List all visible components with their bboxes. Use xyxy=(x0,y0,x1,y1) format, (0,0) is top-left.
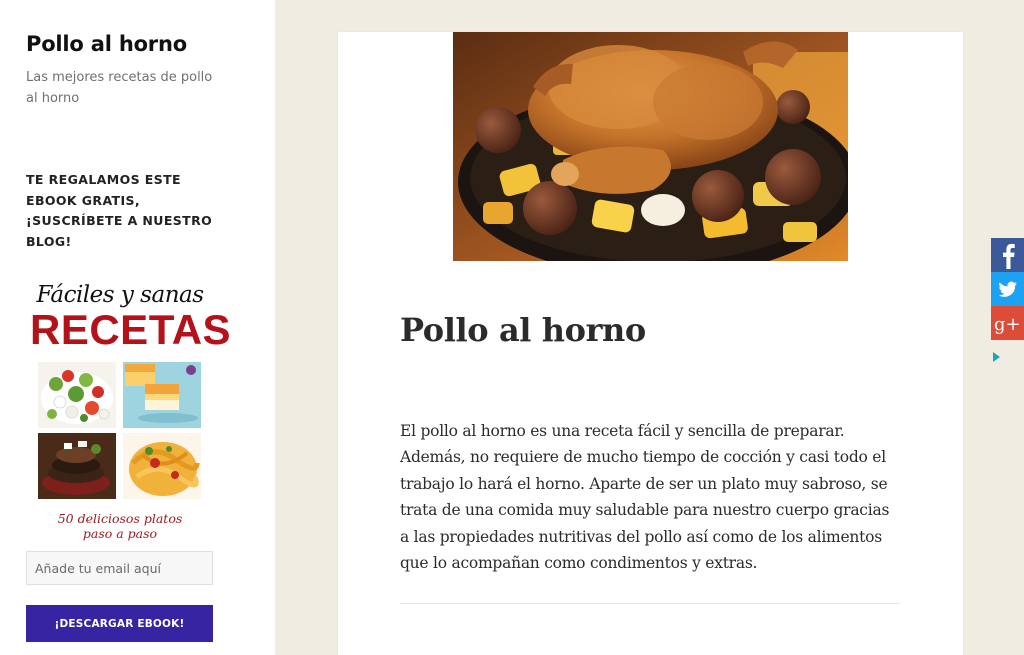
svg-text:g+: g+ xyxy=(994,314,1021,335)
site-title[interactable]: Pollo al horno xyxy=(26,32,187,56)
ebook-subtitle-line2: paso a paso xyxy=(82,526,158,541)
twitter-icon xyxy=(991,272,1024,306)
ebook-big-title: RECETAS xyxy=(30,306,232,353)
ebook-script-title: Fáciles y sanas xyxy=(36,282,204,308)
entry-content: El pollo al horno es una receta fácil y … xyxy=(400,422,890,573)
ebook-cover: Fáciles y sanas RECETAS 50 deliciosos pl… xyxy=(30,282,232,544)
ebook-subtitle: 50 deliciosos platos paso a paso xyxy=(30,511,210,541)
dessert-image xyxy=(123,362,201,428)
facebook-icon xyxy=(991,238,1024,272)
sidebar: Pollo al horno Las mejores recetas de po… xyxy=(0,0,275,655)
roast-chicken-image xyxy=(453,32,848,261)
email-input[interactable] xyxy=(26,551,213,585)
download-ebook-button[interactable]: ¡DESCARGAR EBOOK! xyxy=(26,605,213,642)
share-google-plus-button[interactable]: g+ xyxy=(991,306,1024,340)
site-description: Las mejores recetas de pollo al horno xyxy=(26,70,213,106)
google-plus-icon: g+ xyxy=(991,306,1024,340)
eggplant-stack-image xyxy=(38,433,116,499)
widget-title: TE REGALAMOS ESTE EBOOK GRATIS, ¡SUSCRÍB… xyxy=(26,172,213,249)
share-twitter-button[interactable] xyxy=(991,272,1024,306)
pasta-image xyxy=(123,433,201,499)
share-facebook-button[interactable] xyxy=(991,238,1024,272)
salad-image xyxy=(38,362,116,428)
divider xyxy=(400,603,900,604)
ebook-subtitle-line1: 50 deliciosos platos xyxy=(57,511,183,526)
chevron-right-icon xyxy=(993,352,1000,362)
entry-title: Pollo al horno xyxy=(400,311,646,349)
share-toggle[interactable] xyxy=(992,350,1002,362)
article: Pollo al horno El pollo al horno es una … xyxy=(338,32,963,655)
